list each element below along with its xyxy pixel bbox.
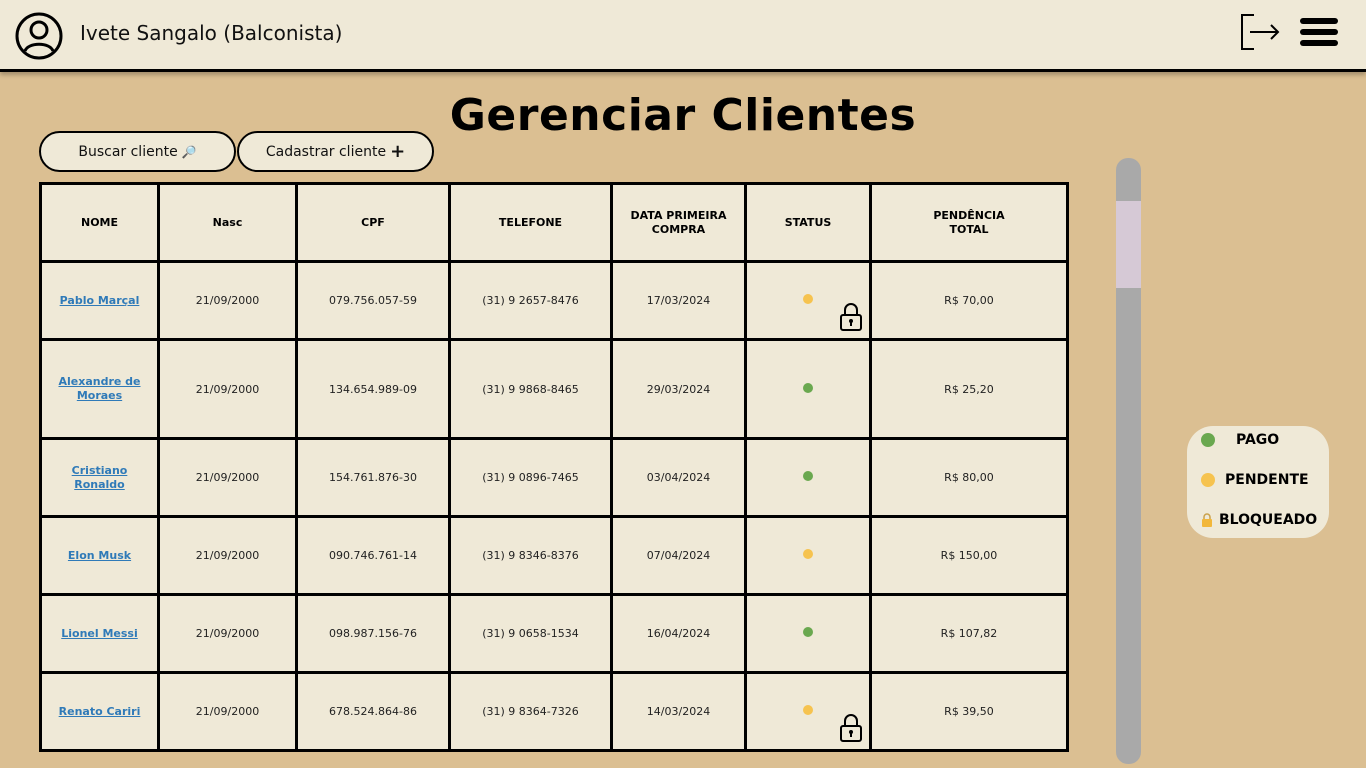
cell-telefone: (31) 9 0658-1534 xyxy=(448,593,613,674)
cell-nome: Elon Musk xyxy=(39,515,160,596)
cell-telefone: (31) 9 0896-7465 xyxy=(448,437,613,518)
table-row: Lionel Messi 21/09/2000 098.987.156-76 (… xyxy=(39,593,1069,674)
cell-cpf: 079.756.057-59 xyxy=(295,260,451,341)
cell-cpf: 090.746.761-14 xyxy=(295,515,451,596)
status-pendente-dot-icon xyxy=(803,549,813,559)
cell-nome: Lionel Messi xyxy=(39,593,160,674)
user-avatar-icon[interactable] xyxy=(15,12,63,60)
col-header-data-primeira-compra: DATA PRIMEIRA COMPRA xyxy=(610,182,747,263)
status-pago-dot-icon xyxy=(803,627,813,637)
top-bar: Ivete Sangalo (Balconista) xyxy=(0,0,1366,72)
cell-telefone: (31) 9 9868-8465 xyxy=(448,338,613,440)
table-row: Cristiano Ronaldo 21/09/2000 154.761.876-… xyxy=(39,437,1069,518)
logout-icon[interactable] xyxy=(1238,13,1280,51)
cell-data-primeira-compra: 07/04/2024 xyxy=(610,515,747,596)
cell-status xyxy=(744,437,872,518)
status-pago-dot-icon xyxy=(803,471,813,481)
cell-pendencia-total: R$ 150,00 xyxy=(869,515,1069,596)
legend-label-pendente: PENDENTE xyxy=(1225,472,1309,488)
table-header-row: NOME Nasc CPF TELEFONE DATA PRIMEIRA COM… xyxy=(39,182,1069,263)
cell-telefone: (31) 9 2657-8476 xyxy=(448,260,613,341)
scrollbar-thumb[interactable] xyxy=(1116,201,1141,288)
add-client-button[interactable]: Cadastrar cliente + xyxy=(237,131,434,172)
add-client-label: Cadastrar cliente xyxy=(265,143,387,160)
table-row: Renato Cariri 21/09/2000 678.524.864-86 … xyxy=(39,671,1069,752)
client-name-link[interactable]: Pablo Marçal xyxy=(60,294,140,308)
legend-label-bloqueado: BLOQUEADO xyxy=(1219,512,1318,528)
status-legend: PAGO PENDENTE BLOQUEADO xyxy=(1187,426,1329,538)
user-name: Ivete Sangalo (Balconista) xyxy=(80,21,343,45)
cell-nasc: 21/09/2000 xyxy=(157,515,298,596)
cell-nome: Renato Cariri xyxy=(39,671,160,752)
cell-status xyxy=(744,515,872,596)
yellow-dot-icon xyxy=(1201,473,1215,487)
cell-data-primeira-compra: 16/04/2024 xyxy=(610,593,747,674)
search-icon: 🔎 xyxy=(181,144,197,159)
green-dot-icon xyxy=(1201,433,1215,447)
clients-table: NOME Nasc CPF TELEFONE DATA PRIMEIRA COM… xyxy=(39,182,1069,752)
col-header-nasc: Nasc xyxy=(157,182,298,263)
cell-nasc: 21/09/2000 xyxy=(157,671,298,752)
cell-cpf: 678.524.864-86 xyxy=(295,671,451,752)
cell-pendencia-total: R$ 70,00 xyxy=(869,260,1069,341)
cell-nome: Cristiano Ronaldo xyxy=(39,437,160,518)
lock-icon xyxy=(840,714,862,742)
scrollbar-track[interactable] xyxy=(1116,158,1141,764)
cell-cpf: 154.761.876-30 xyxy=(295,437,451,518)
cell-telefone: (31) 9 8346-8376 xyxy=(448,515,613,596)
client-name-link[interactable]: Alexandre de Moraes xyxy=(58,375,140,403)
cell-nome: Pablo Marçal xyxy=(39,260,160,341)
cell-nasc: 21/09/2000 xyxy=(157,437,298,518)
table-row: Alexandre de Moraes 21/09/2000 134.654.98… xyxy=(39,338,1069,440)
col-header-cpf: CPF xyxy=(295,182,451,263)
cell-data-primeira-compra: 14/03/2024 xyxy=(610,671,747,752)
legend-item-pago: PAGO xyxy=(1201,432,1279,448)
client-name-link[interactable]: Lionel Messi xyxy=(61,627,138,641)
cell-data-primeira-compra: 17/03/2024 xyxy=(610,260,747,341)
status-pendente-dot-icon xyxy=(803,294,813,304)
legend-item-bloqueado: BLOQUEADO xyxy=(1201,512,1317,528)
legend-label-pago: PAGO xyxy=(1236,432,1280,448)
col-header-status: STATUS xyxy=(744,182,872,263)
cell-nome: Alexandre de Moraes xyxy=(39,338,160,440)
col-header-telefone: TELEFONE xyxy=(448,182,613,263)
client-name-link[interactable]: Cristiano Ronaldo xyxy=(72,464,128,492)
table-row: Pablo Marçal 21/09/2000 079.756.057-59 (… xyxy=(39,260,1069,341)
lock-icon xyxy=(840,303,862,331)
status-pago-dot-icon xyxy=(803,382,813,393)
cell-cpf: 098.987.156-76 xyxy=(295,593,451,674)
cell-status xyxy=(744,260,872,341)
cell-status xyxy=(744,338,872,440)
search-client-label: Buscar cliente xyxy=(78,143,178,160)
table-row: Elon Musk 21/09/2000 090.746.761-14 (31)… xyxy=(39,515,1069,596)
plus-icon: + xyxy=(390,140,406,162)
cell-pendencia-total: R$ 39,50 xyxy=(869,671,1069,752)
cell-nasc: 21/09/2000 xyxy=(157,593,298,674)
cell-status xyxy=(744,671,872,752)
lock-icon xyxy=(1202,513,1212,527)
cell-pendencia-total: R$ 80,00 xyxy=(869,437,1069,518)
cell-status xyxy=(744,593,872,674)
cell-data-primeira-compra: 03/04/2024 xyxy=(610,437,747,518)
cell-data-primeira-compra: 29/03/2024 xyxy=(610,338,747,440)
legend-item-pendente: PENDENTE xyxy=(1201,472,1309,488)
hamburger-menu-icon[interactable] xyxy=(1300,18,1340,50)
cell-pendencia-total: R$ 25,20 xyxy=(869,338,1069,440)
client-name-link[interactable]: Elon Musk xyxy=(68,549,131,563)
client-name-link[interactable]: Renato Cariri xyxy=(59,705,141,719)
cell-pendencia-total: R$ 107,82 xyxy=(869,593,1069,674)
cell-nasc: 21/09/2000 xyxy=(157,338,298,440)
col-header-nome: NOME xyxy=(39,182,160,263)
cell-nasc: 21/09/2000 xyxy=(157,260,298,341)
cell-cpf: 134.654.989-09 xyxy=(295,338,451,440)
search-client-button[interactable]: Buscar cliente 🔎 xyxy=(39,131,236,172)
col-header-pendencia-total: PENDÊNCIA TOTAL xyxy=(869,182,1069,263)
status-pendente-dot-icon xyxy=(803,705,813,715)
cell-telefone: (31) 9 8364-7326 xyxy=(448,671,613,752)
